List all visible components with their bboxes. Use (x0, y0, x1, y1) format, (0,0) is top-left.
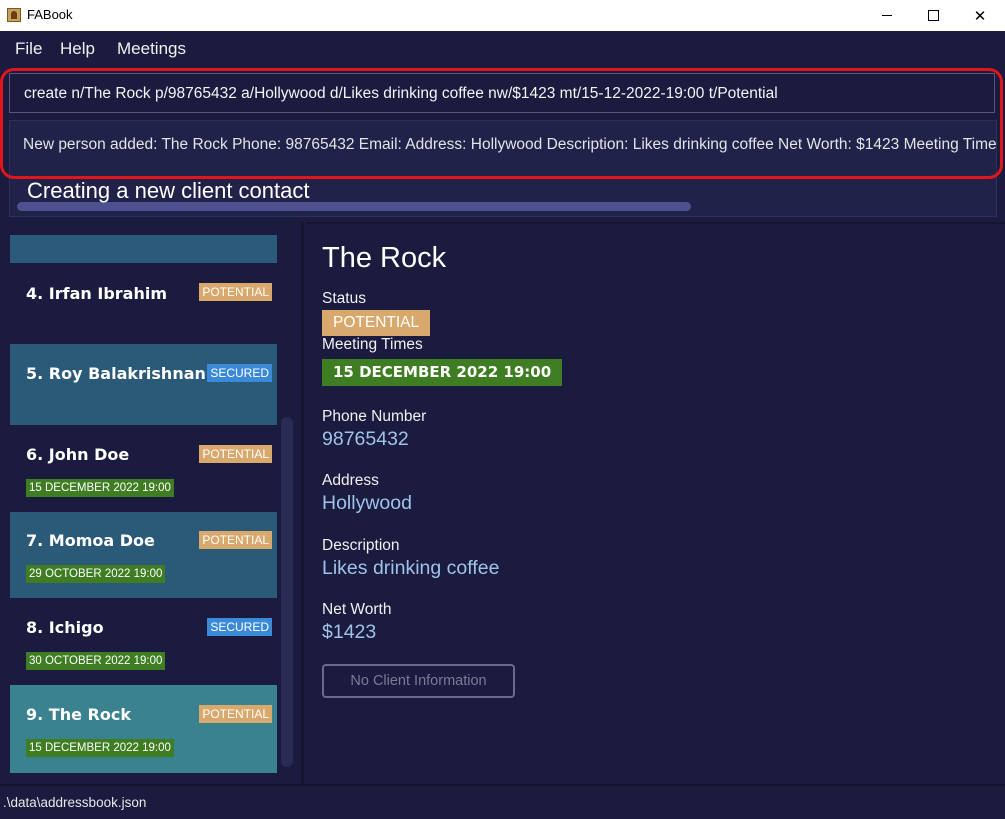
window-title: FABook (27, 7, 73, 22)
person-card-selected[interactable]: 9. The Rock POTENTIAL 15 DECEMBER 2022 1… (10, 685, 277, 773)
person-name: 4. Irfan Ibrahim (26, 284, 167, 303)
meeting-tag: 15 DECEMBER 2022 19:00 (26, 479, 174, 497)
person-card[interactable]: 7. Momoa Doe POTENTIAL 29 OCTOBER 2022 1… (10, 512, 277, 598)
detail-name: The Rock (322, 242, 447, 274)
maximize-button[interactable] (910, 0, 956, 31)
menu-file[interactable]: File (15, 39, 42, 59)
list-scrollbar[interactable] (281, 417, 293, 767)
person-tag: POTENTIAL (199, 283, 272, 301)
person-tag: SECURED (207, 364, 272, 382)
status-bar: .\data\addressbook.json (0, 784, 1005, 819)
person-name: 5. Roy Balakrishnan (26, 364, 206, 383)
title-bar: FABook ✕ (0, 0, 1005, 31)
networth-label: Net Worth (322, 601, 392, 618)
list-item[interactable] (10, 235, 277, 263)
meeting-tag: 15 DECEMBER 2022 19:00 (26, 739, 174, 757)
person-name: 8. Ichigo (26, 618, 104, 637)
phone-value: 98765432 (322, 428, 409, 450)
address-label: Address (322, 472, 379, 489)
command-text: create n/The Rock p/98765432 a/Hollywood… (24, 85, 778, 102)
meeting-times-label: Meeting Times (322, 336, 423, 353)
person-card[interactable]: 5. Roy Balakrishnan SECURED (10, 344, 277, 425)
meeting-tag: 30 OCTOBER 2022 19:00 (26, 652, 166, 670)
person-tag: SECURED (207, 618, 272, 636)
menu-bar: File Help Meetings (0, 31, 1005, 66)
person-name: 7. Momoa Doe (26, 531, 155, 550)
app-icon (7, 8, 21, 22)
close-icon: ✕ (973, 6, 987, 25)
person-tag: POTENTIAL (199, 531, 272, 549)
description-label: Description (322, 537, 400, 554)
address-value: Hollywood (322, 492, 412, 514)
status-badge: POTENTIAL (322, 310, 431, 336)
description-value: Likes drinking coffee (322, 557, 500, 579)
close-button[interactable]: ✕ (957, 0, 1003, 31)
command-input[interactable]: create n/The Rock p/98765432 a/Hollywood… (9, 73, 995, 113)
menu-meetings[interactable]: Meetings (117, 39, 186, 59)
person-tag: POTENTIAL (199, 705, 272, 723)
file-path: .\data\addressbook.json (3, 795, 147, 810)
maximize-icon (927, 10, 939, 21)
person-name: 9. The Rock (26, 705, 131, 724)
result-text: New person added: The Rock Phone: 987654… (23, 136, 997, 153)
menu-help[interactable]: Help (60, 39, 95, 59)
person-list: 4. Irfan Ibrahim POTENTIAL 5. Roy Balakr… (0, 222, 304, 784)
person-detail-panel: The Rock Status POTENTIAL Meeting Times … (306, 222, 1005, 786)
person-name: 6. John Doe (26, 445, 130, 464)
person-card[interactable]: 6. John Doe POTENTIAL 15 DECEMBER 2022 1… (10, 425, 277, 512)
meeting-badge: 15 DECEMBER 2022 19:00 (322, 359, 563, 386)
networth-value: $1423 (322, 621, 377, 643)
phone-label: Phone Number (322, 408, 427, 425)
client-info-button[interactable]: No Client Information (322, 664, 515, 698)
person-card[interactable]: 8. Ichigo SECURED 30 OCTOBER 2022 19:00 (10, 598, 277, 685)
annotation-caption: Creating a new client contact (27, 178, 310, 203)
meeting-tag: 29 OCTOBER 2022 19:00 (26, 565, 166, 583)
status-label: Status (322, 290, 366, 307)
person-card[interactable]: 4. Irfan Ibrahim POTENTIAL (10, 263, 277, 344)
minimize-icon (882, 15, 892, 16)
person-tag: POTENTIAL (199, 445, 272, 463)
minimize-button[interactable] (864, 0, 910, 31)
